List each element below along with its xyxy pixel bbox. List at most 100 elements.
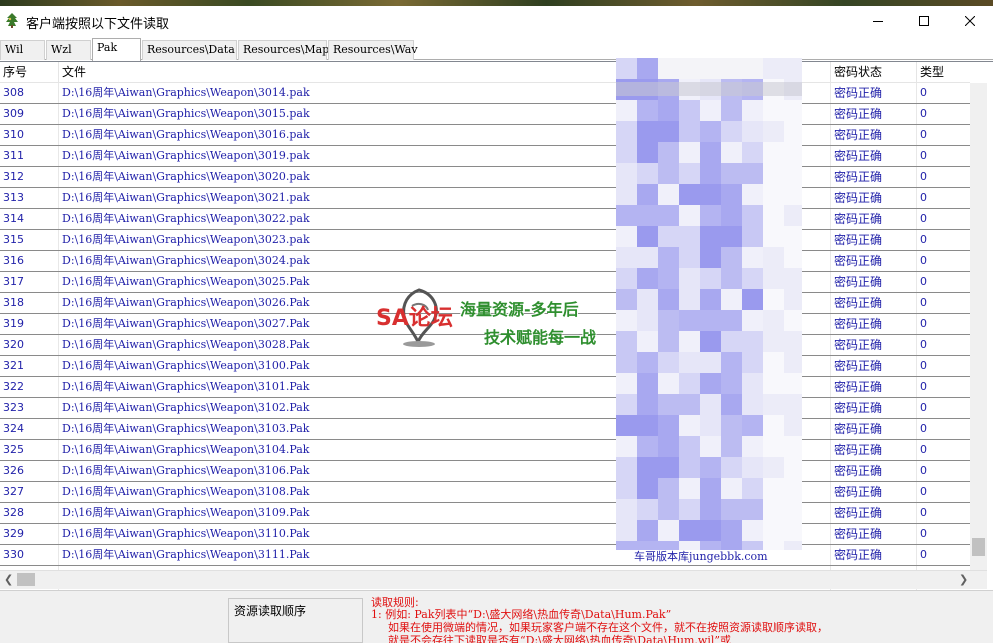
row-password-status: 密码正确 [834, 485, 883, 499]
row-index: 311 [3, 149, 24, 162]
row-type: 0 [920, 191, 927, 204]
tab-resources-data[interactable]: Resources\Data [142, 40, 237, 60]
row-index: 310 [3, 128, 24, 141]
row-file-path: D:\16周年\Aiwan\Graphics\Weapon\3014.pak [62, 86, 310, 99]
row-file-path: D:\16周年\Aiwan\Graphics\Weapon\3024.pak [62, 254, 310, 267]
row-type: 0 [920, 86, 927, 99]
row-index: 329 [3, 527, 24, 540]
tab-pak[interactable]: Pak [92, 38, 141, 61]
table-row[interactable]: 313 D:\16周年\Aiwan\Graphics\Weapon\3021.pa… [0, 188, 970, 209]
row-file-path: D:\16周年\Aiwan\Graphics\Weapon\3103.Pak [62, 422, 310, 435]
row-type: 0 [920, 548, 927, 561]
row-index: 323 [3, 401, 24, 414]
table-row[interactable]: 327 D:\16周年\Aiwan\Graphics\Weapon\3108.Pa… [0, 482, 970, 503]
row-file-path: D:\16周年\Aiwan\Graphics\Weapon\3016.pak [62, 128, 310, 141]
table-row[interactable]: 321 D:\16周年\Aiwan\Graphics\Weapon\3100.Pa… [0, 356, 970, 377]
row-file-path: D:\16周年\Aiwan\Graphics\Weapon\3025.Pak [62, 275, 310, 288]
table-row[interactable]: 329 D:\16周年\Aiwan\Graphics\Weapon\3110.Pa… [0, 524, 970, 545]
row-index: 320 [3, 338, 24, 351]
credit-text: 车哥版本库jungebbk.com [634, 550, 768, 563]
row-type: 0 [920, 506, 927, 519]
row-file-path: D:\16周年\Aiwan\Graphics\Weapon\3100.Pak [62, 359, 310, 372]
row-password-status: 密码正确 [834, 275, 883, 289]
watermark-logo-text: SA论坛 [376, 306, 453, 331]
row-file-path: D:\16周年\Aiwan\Graphics\Weapon\3019.pak [62, 149, 310, 162]
row-file-path: D:\16周年\Aiwan\Graphics\Weapon\3015.pak [62, 107, 310, 120]
row-type: 0 [920, 233, 927, 246]
row-file-path: D:\16周年\Aiwan\Graphics\Weapon\3022.pak [62, 212, 310, 225]
table-row[interactable]: 310 D:\16周年\Aiwan\Graphics\Weapon\3016.pa… [0, 125, 970, 146]
title-bar[interactable]: 客户端按照以下文件读取 [0, 6, 993, 36]
row-file-path: D:\16周年\Aiwan\Graphics\Weapon\3021.pak [62, 191, 310, 204]
horizontal-scroll-thumb[interactable] [17, 573, 35, 586]
table-row[interactable]: 316 D:\16周年\Aiwan\Graphics\Weapon\3024.pa… [0, 251, 970, 272]
row-type: 0 [920, 443, 927, 456]
row-file-path: D:\16周年\Aiwan\Graphics\Weapon\3110.Pak [62, 527, 310, 540]
row-password-status: 密码正确 [834, 170, 883, 184]
table-row[interactable]: 325 D:\16周年\Aiwan\Graphics\Weapon\3104.Pa… [0, 440, 970, 461]
tab-wzl[interactable]: Wzl [46, 40, 91, 60]
table-row[interactable]: 324 D:\16周年\Aiwan\Graphics\Weapon\3103.Pa… [0, 419, 970, 440]
column-header-password-status[interactable]: 密码状态 [831, 62, 917, 83]
row-index: 315 [3, 233, 24, 246]
row-password-status: 密码正确 [834, 422, 883, 436]
row-index: 314 [3, 212, 24, 225]
row-type: 0 [920, 380, 927, 393]
table-row[interactable]: 314 D:\16周年\Aiwan\Graphics\Weapon\3022.pa… [0, 209, 970, 230]
row-type: 0 [920, 212, 927, 225]
table-row[interactable]: 315 D:\16周年\Aiwan\Graphics\Weapon\3023.pa… [0, 230, 970, 251]
row-password-status: 密码正确 [834, 548, 883, 562]
row-file-path: D:\16周年\Aiwan\Graphics\Weapon\3104.Pak [62, 443, 310, 456]
watermark: SA论坛 海量资源-多年后 技术赋能每一战 [376, 284, 626, 356]
row-file-path: D:\16周年\Aiwan\Graphics\Weapon\3023.pak [62, 233, 310, 246]
watermark-line-1: 海量资源-多年后 [460, 300, 579, 319]
column-header-type[interactable]: 类型 [917, 62, 970, 83]
row-password-status: 密码正确 [834, 380, 883, 394]
table-row[interactable]: 328 D:\16周年\Aiwan\Graphics\Weapon\3109.Pa… [0, 503, 970, 524]
row-file-path: D:\16周年\Aiwan\Graphics\Weapon\3108.Pak [62, 485, 310, 498]
row-password-status: 密码正确 [834, 527, 883, 541]
column-header-index[interactable]: 序号 [0, 62, 59, 83]
scroll-right-icon[interactable]: ❯ [959, 574, 968, 586]
row-password-status: 密码正确 [834, 254, 883, 268]
row-type: 0 [920, 107, 927, 120]
table-row[interactable]: 311 D:\16周年\Aiwan\Graphics\Weapon\3019.pa… [0, 146, 970, 167]
vertical-scrollbar[interactable] [970, 83, 987, 570]
close-button[interactable] [947, 6, 993, 36]
minimize-button[interactable] [855, 6, 901, 36]
table-row[interactable]: 308 D:\16周年\Aiwan\Graphics\Weapon\3014.pa… [0, 83, 970, 104]
table-row[interactable]: 309 D:\16周年\Aiwan\Graphics\Weapon\3015.pa… [0, 104, 970, 125]
row-type: 0 [920, 296, 927, 309]
row-index: 324 [3, 422, 24, 435]
tab-resources-wav[interactable]: Resources\Wav [328, 40, 418, 60]
row-password-status: 密码正确 [834, 359, 883, 373]
row-type: 0 [920, 149, 927, 162]
row-file-path: D:\16周年\Aiwan\Graphics\Weapon\3101.Pak [62, 380, 310, 393]
row-password-status: 密码正确 [834, 86, 883, 100]
row-file-path: D:\16周年\Aiwan\Graphics\Weapon\3102.Pak [62, 401, 310, 414]
minimize-icon [873, 21, 883, 22]
tab-resources-map[interactable]: Resources\Map [238, 40, 329, 60]
row-type: 0 [920, 359, 927, 372]
maximize-button[interactable] [901, 6, 947, 36]
horizontal-scrollbar[interactable] [0, 570, 987, 589]
vertical-scroll-thumb[interactable] [972, 538, 985, 556]
row-type: 0 [920, 338, 927, 351]
row-type: 0 [920, 128, 927, 141]
table-row[interactable]: 312 D:\16周年\Aiwan\Graphics\Weapon\3020.pa… [0, 167, 970, 188]
tab-wil[interactable]: Wil [0, 40, 45, 60]
row-password-status: 密码正确 [834, 317, 883, 331]
row-file-path: D:\16周年\Aiwan\Graphics\Weapon\3026.Pak [62, 296, 310, 309]
row-type: 0 [920, 527, 927, 540]
row-type: 0 [920, 254, 927, 267]
row-index: 326 [3, 464, 24, 477]
maximize-icon [919, 16, 929, 26]
table-row[interactable]: 330 D:\16周年\Aiwan\Graphics\Weapon\3111.Pa… [0, 545, 970, 566]
table-row[interactable]: 326 D:\16周年\Aiwan\Graphics\Weapon\3106.Pa… [0, 461, 970, 482]
scroll-left-icon[interactable]: ❮ [4, 574, 13, 586]
row-type: 0 [920, 422, 927, 435]
row-type: 0 [920, 170, 927, 183]
table-row[interactable]: 323 D:\16周年\Aiwan\Graphics\Weapon\3102.Pa… [0, 398, 970, 419]
table-row[interactable]: 322 D:\16周年\Aiwan\Graphics\Weapon\3101.Pa… [0, 377, 970, 398]
read-rule-line-3: 就是不会存往下读取是否有“D:\盛大网络\热血传奇\Data\Hum.wil”或 [388, 634, 732, 643]
